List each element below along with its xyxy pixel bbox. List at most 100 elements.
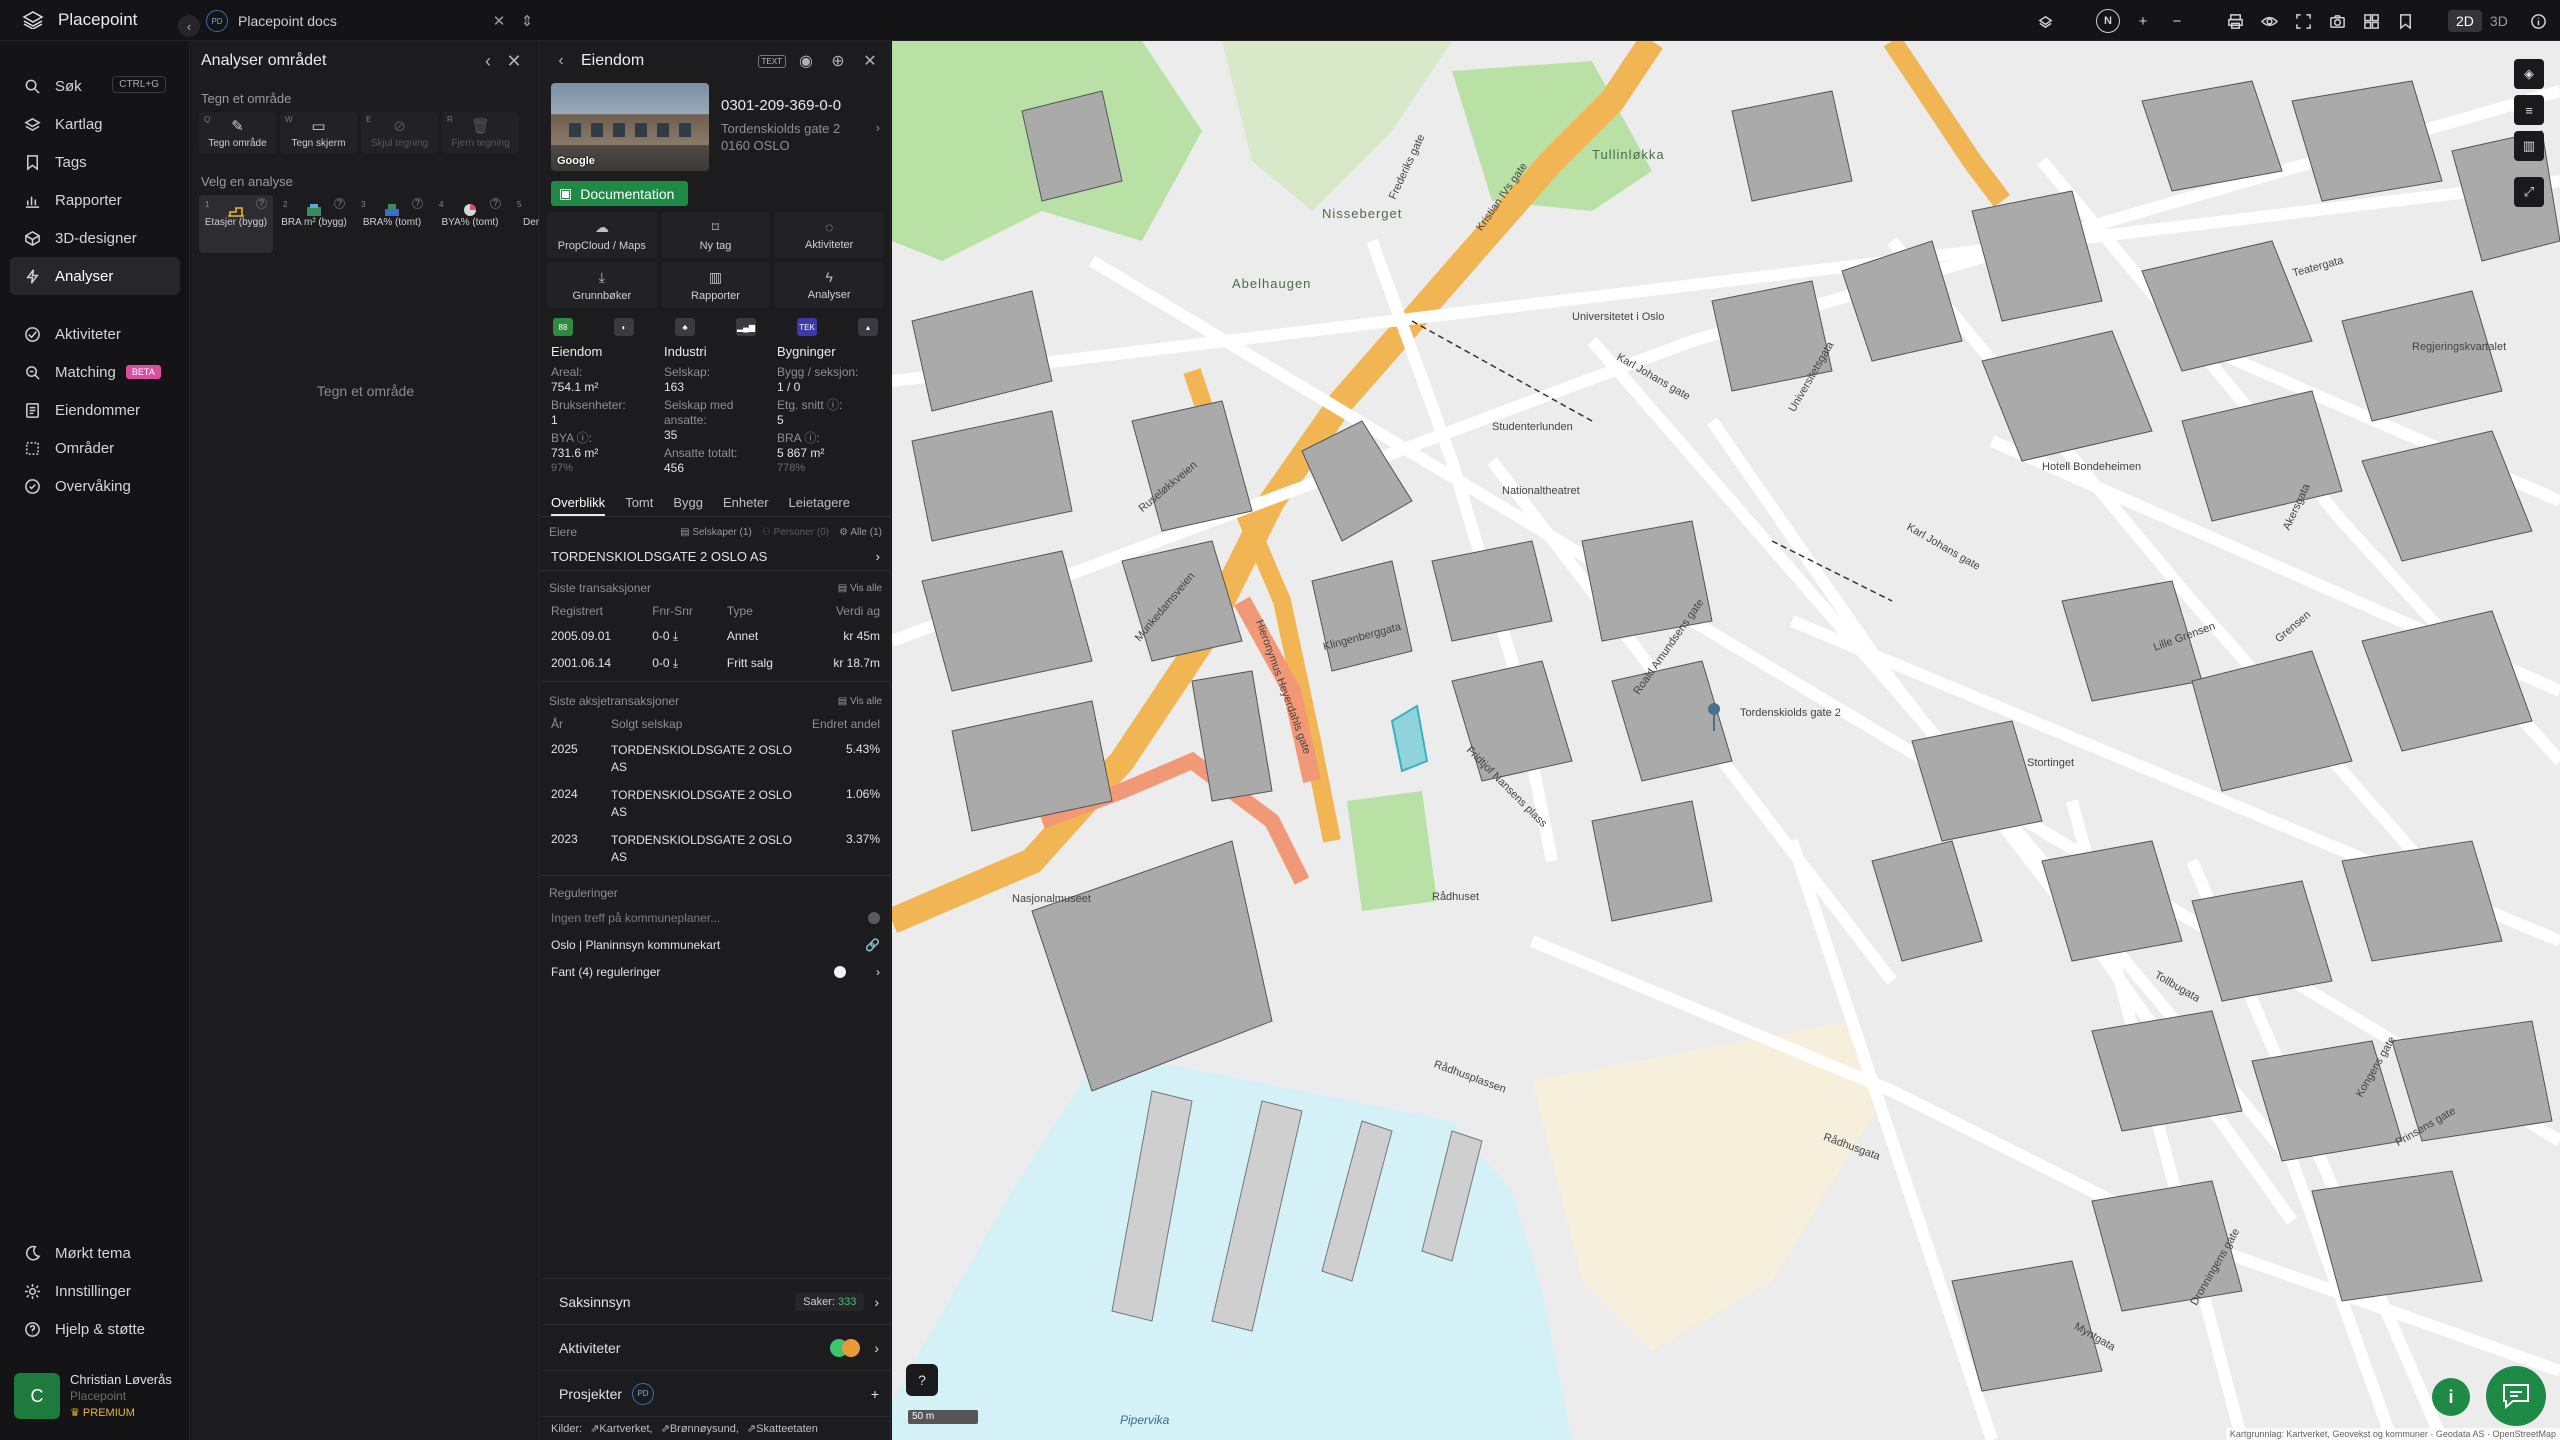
info-circle-icon[interactable]: [2528, 10, 2550, 32]
saksinnsyn-row[interactable]: Saksinnsyn Saker: 333 ›: [541, 1278, 891, 1324]
compass-north-icon[interactable]: N: [2096, 9, 2120, 33]
propcloud-button[interactable]: ☁ PropCloud / Maps: [547, 212, 657, 258]
sidebar-item-3d-designer[interactable]: 3D-designer: [0, 219, 180, 257]
aktiviteter-row[interactable]: Aktiviteter ›: [541, 1324, 891, 1370]
remove-drawing-button[interactable]: R 🗑 Fjern tegning: [442, 112, 519, 154]
regulations-found-row[interactable]: Fant (4) reguleringer ›: [541, 958, 890, 985]
tab-bygg[interactable]: Bygg: [673, 495, 703, 510]
text-icon[interactable]: TEXT: [757, 54, 786, 68]
expand-collapse-icon[interactable]: ⇕: [518, 12, 536, 30]
analysis-bra-bygg[interactable]: 2 ? BRA m² (bygg): [277, 195, 351, 253]
draw-screen-button[interactable]: W ▭ Tegn skjerm: [280, 112, 357, 154]
locate-icon[interactable]: ⊕: [826, 51, 850, 71]
cell-fnr[interactable]: 0-0 ⤓: [642, 623, 717, 650]
sidebar-item-matching[interactable]: Matching BETA: [0, 353, 180, 391]
signal-badge-icon[interactable]: ▂▄▆: [736, 318, 756, 336]
map-measure-icon[interactable]: ⤢: [2514, 177, 2544, 207]
eye-icon[interactable]: [2258, 10, 2280, 32]
eye-icon[interactable]: ◉: [794, 51, 818, 71]
filter-companies-button[interactable]: ▤ Selskaper (1): [680, 527, 752, 538]
view-2d-button[interactable]: 2D: [2448, 10, 2482, 32]
property-badge-icon[interactable]: 88: [553, 318, 573, 336]
cell-fnr[interactable]: 0-0 ⤓: [642, 650, 717, 677]
help-icon[interactable]: ?: [412, 198, 423, 209]
chat-button[interactable]: [2486, 1366, 2546, 1426]
sidebar-item-rapporter[interactable]: Rapporter: [0, 181, 180, 219]
buildings-badge-icon[interactable]: ♣: [675, 318, 695, 336]
planinnsyn-row[interactable]: Oslo | Planinnsyn kommunekart 🔗: [541, 931, 890, 958]
sidebar-item-dark-theme[interactable]: Mørkt tema: [0, 1234, 180, 1272]
lock-badge-icon[interactable]: ▴: [858, 318, 878, 336]
sidebar-item-aktiviteter[interactable]: Aktiviteter: [0, 315, 180, 353]
show-all-transactions-button[interactable]: ▤ Vis alle: [838, 583, 882, 594]
draw-area-button[interactable]: Q ✎ Tegn område: [199, 112, 276, 154]
sidebar-item-overvaking[interactable]: Overvåking: [0, 467, 180, 505]
tab-tomt[interactable]: Tomt: [625, 495, 653, 510]
sidebar-item-search[interactable]: Søk CTRL+G: [0, 67, 180, 105]
fullscreen-icon[interactable]: [2292, 10, 2314, 32]
toggle-switch[interactable]: [868, 911, 880, 924]
tab-leietagere[interactable]: Leietagere: [789, 495, 850, 510]
analysis-etasjer[interactable]: 1 ? Etasjer (bygg): [199, 195, 273, 253]
documentation-button[interactable]: ▣ Documentation: [551, 181, 689, 206]
help-icon[interactable]: ?: [256, 198, 267, 209]
table-row[interactable]: 2001.06.14 0-0 ⤓ Fritt salg kr 18.7m: [541, 650, 890, 677]
filter-persons-button[interactable]: ⚇ Personer (0): [762, 527, 829, 538]
workspace-tab[interactable]: PD Placepoint docs ✕ ⇕: [206, 6, 536, 36]
table-row[interactable]: 2023 TORDENSKIOLDSGATE 2 OSLO AS 3.37%: [541, 826, 890, 871]
activities-button[interactable]: ◌ Aktiviteter: [774, 212, 884, 258]
table-row[interactable]: 2024 TORDENSKIOLDSGATE 2 OSLO AS 1.06%: [541, 781, 890, 826]
link-icon[interactable]: 🔗: [865, 938, 880, 952]
user-card[interactable]: C Christian Løverås Placepoint ♛ PREMIUM: [14, 1366, 180, 1426]
help-icon[interactable]: ?: [490, 198, 501, 209]
close-icon[interactable]: ✕: [501, 51, 527, 72]
map-chart-icon[interactable]: ▥: [2514, 131, 2544, 161]
zoom-in-icon[interactable]: +: [2132, 10, 2154, 32]
print-icon[interactable]: [2224, 10, 2246, 32]
property-meta[interactable]: 0301-209-369-0-0 Tordenskiolds gate 2 01…: [721, 83, 880, 173]
help-icon[interactable]: ?: [334, 198, 345, 209]
analysis-bya-tomt[interactable]: 4 ? BYA% (tomt): [433, 195, 507, 253]
filter-all-button[interactable]: ⚙ Alle (1): [839, 527, 882, 538]
municipal-plan-row[interactable]: Ingen treff på kommuneplaner...: [541, 904, 890, 931]
analysis-demo[interactable]: 5 Demo (omr: [511, 195, 539, 253]
toggle-switch[interactable]: [834, 965, 846, 978]
map-layer-toggle-icon[interactable]: ◈: [2514, 59, 2544, 89]
analyses-button[interactable]: ϟ Analyser: [774, 262, 884, 308]
hide-drawing-button[interactable]: E ⊘ Skjul tegning: [361, 112, 438, 154]
add-icon[interactable]: +: [871, 1386, 879, 1402]
layers-stack-icon[interactable]: [2034, 10, 2056, 32]
industry-badge-icon[interactable]: ◐: [614, 318, 634, 336]
table-row[interactable]: 2005.09.01 0-0 ⤓ Annet kr 45m: [541, 623, 890, 650]
prosjekter-row[interactable]: Prosjekter PD +: [541, 1370, 891, 1416]
zoom-out-icon[interactable]: −: [2166, 10, 2188, 32]
table-row[interactable]: 2025 TORDENSKIOLDSGATE 2 OSLO AS 5.43%: [541, 736, 890, 781]
sidebar-item-tags[interactable]: Tags: [0, 143, 180, 181]
sidebar-item-eiendommer[interactable]: Eiendommer: [0, 391, 180, 429]
sidebar-item-help[interactable]: Hjelp & støtte: [0, 1310, 180, 1348]
streetview-image[interactable]: Google: [551, 83, 709, 171]
reports-button[interactable]: ▥ Rapporter: [660, 262, 771, 308]
new-tag-button[interactable]: ⌑ Ny tag: [660, 212, 771, 258]
back-icon[interactable]: ‹: [549, 52, 573, 70]
close-icon[interactable]: ✕: [858, 51, 882, 71]
sidebar-item-omrader[interactable]: Områder: [0, 429, 180, 467]
sidebar-item-analyser[interactable]: Analyser: [10, 257, 180, 295]
tab-enheter[interactable]: Enheter: [723, 495, 769, 510]
grid-icon[interactable]: [2360, 10, 2382, 32]
source-link[interactable]: ⇗Skatteetaten: [747, 1422, 818, 1435]
owner-row[interactable]: TORDENSKIOLDSGATE 2 OSLO AS ›: [541, 543, 890, 571]
sidebar-item-settings[interactable]: Innstillinger: [0, 1272, 180, 1310]
map-list-icon[interactable]: ≡: [2514, 95, 2544, 125]
tek-badge-icon[interactable]: TEK: [797, 318, 817, 336]
collapse-sidebar-button[interactable]: ‹: [178, 15, 200, 37]
source-link[interactable]: ⇗Kartverket,: [590, 1422, 652, 1435]
map-help-button[interactable]: ?: [906, 1364, 938, 1396]
close-icon[interactable]: ✕: [490, 12, 508, 30]
tab-overblikk[interactable]: Overblikk: [551, 495, 606, 516]
info-button[interactable]: i: [2432, 1378, 2470, 1416]
bookmark-icon[interactable]: [2394, 10, 2416, 32]
source-link[interactable]: ⇗Brønnøysund,: [661, 1422, 739, 1435]
back-icon[interactable]: ‹: [475, 51, 501, 72]
analysis-bra-tomt[interactable]: 3 ? BRA% (tomt): [355, 195, 429, 253]
